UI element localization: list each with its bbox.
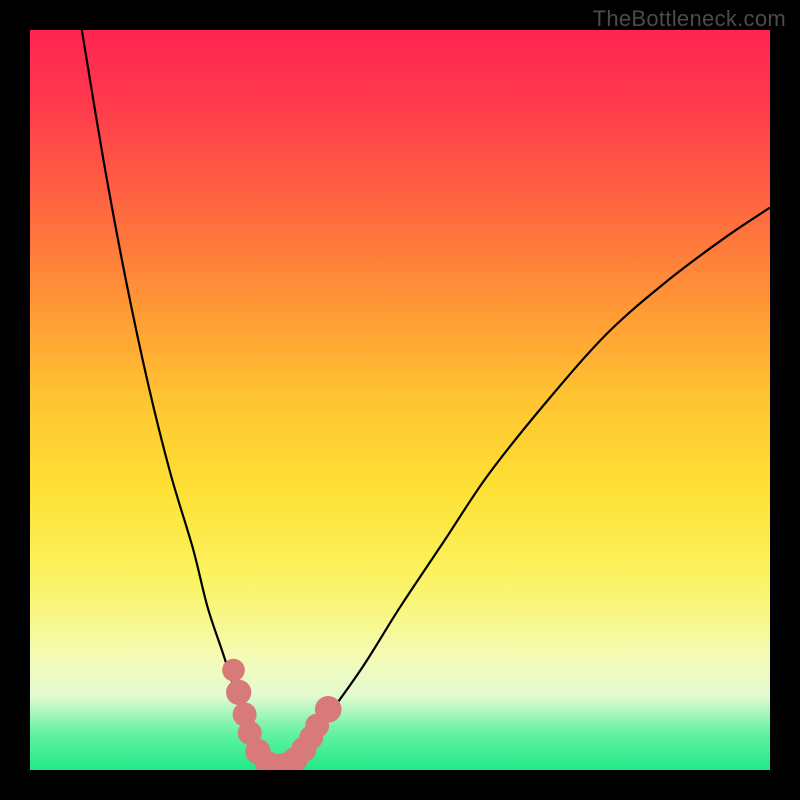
valley-marker (315, 696, 342, 723)
plot-area (30, 30, 770, 770)
left-curve (82, 30, 274, 770)
right-curve (274, 208, 770, 770)
chart-outer-frame: TheBottleneck.com (0, 0, 800, 800)
valley-marker (222, 659, 245, 682)
valley-marker (226, 680, 251, 705)
valley-markers (222, 659, 341, 770)
chart-svg (30, 30, 770, 770)
watermark-label: TheBottleneck.com (593, 6, 786, 32)
